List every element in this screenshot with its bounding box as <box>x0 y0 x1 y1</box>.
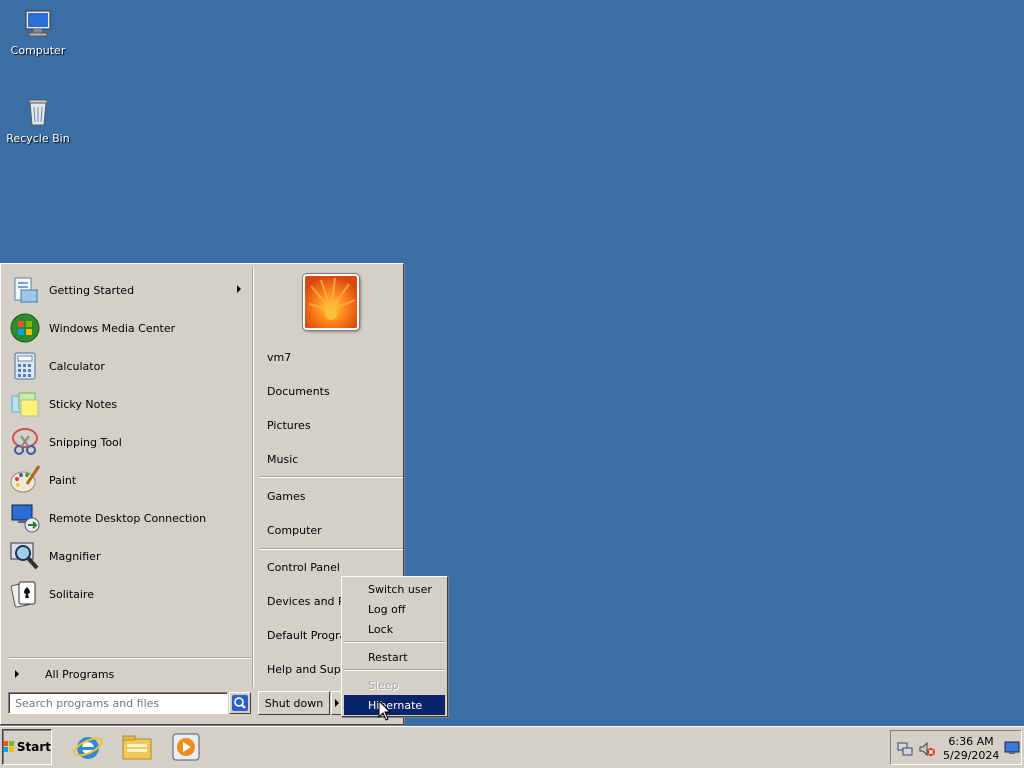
program-label: Magnifier <box>49 549 101 563</box>
arrow-right-icon <box>335 699 339 707</box>
flower-avatar-icon <box>305 276 357 328</box>
menu-item-sleep: Sleep <box>344 675 445 695</box>
program-label: Snipping Tool <box>49 435 122 449</box>
menu-item-log-off[interactable]: Log off <box>344 599 445 619</box>
program-remote-desktop-connection[interactable]: Remote Desktop Connection <box>9 500 247 536</box>
program-label: Remote Desktop Connection <box>49 511 207 525</box>
media-center-icon <box>10 313 40 343</box>
program-magnifier[interactable]: Magnifier <box>9 538 247 574</box>
right-item-label: Games <box>267 489 306 503</box>
right-item-label: Documents <box>267 384 330 398</box>
calculator-icon <box>14 352 36 380</box>
program-label: Calculator <box>49 359 105 373</box>
clock-time: 6:36 AM <box>948 735 994 748</box>
start-right-computer[interactable]: Computer <box>259 517 403 543</box>
start-right-pictures[interactable]: Pictures <box>259 412 403 438</box>
program-solitaire[interactable]: Solitaire <box>9 576 247 612</box>
program-windows-media-center[interactable]: Windows Media Center <box>9 310 247 346</box>
submenu-arrow-icon <box>237 285 241 293</box>
desktop-icon-recycle-bin[interactable]: Recycle Bin <box>0 96 76 145</box>
start-right-music[interactable]: Music <box>259 446 403 472</box>
media-player-icon[interactable] <box>170 731 202 763</box>
search-button[interactable] <box>229 692 251 714</box>
menu-item-label: Switch user <box>368 582 432 596</box>
taskbar: Start 6:36 AM 5/29/2024 <box>0 726 1024 768</box>
arrow-right-icon <box>15 670 19 678</box>
user-picture[interactable] <box>303 274 359 330</box>
menu-item-label: Lock <box>368 622 394 636</box>
menu-item-lock[interactable]: Lock <box>344 619 445 639</box>
paint-icon <box>10 465 41 493</box>
network-icon[interactable] <box>897 741 913 757</box>
separator <box>259 548 403 550</box>
volume-muted-icon[interactable] <box>919 741 935 757</box>
right-item-label: Computer <box>267 523 322 537</box>
program-label: Solitaire <box>49 587 94 601</box>
menu-item-restart[interactable]: Restart <box>344 647 445 667</box>
clock-date: 5/29/2024 <box>943 749 1000 762</box>
search-icon <box>232 695 248 711</box>
windows-logo-icon <box>3 741 14 752</box>
getting-started-icon <box>14 277 38 303</box>
menu-item-label: Hibernate <box>368 698 423 712</box>
program-label: Sticky Notes <box>49 397 118 411</box>
desktop-icon-computer[interactable]: Computer <box>0 8 76 57</box>
start-right-user[interactable]: vm7 <box>259 344 403 370</box>
menu-item-switch-user[interactable]: Switch user <box>344 579 445 599</box>
program-label: Getting Started <box>49 283 135 297</box>
right-item-label: Devices and Pri <box>267 594 353 608</box>
system-tray: 6:36 AM 5/29/2024 <box>890 730 1022 765</box>
program-paint[interactable]: Paint <box>9 462 247 498</box>
all-programs-button[interactable]: All Programs <box>9 666 247 682</box>
windows-explorer-icon[interactable] <box>121 731 153 763</box>
start-label: Start <box>16 740 51 754</box>
computer-icon <box>25 10 51 37</box>
start-right-games[interactable]: Games <box>259 483 403 509</box>
shut-down-label: Shut down <box>264 696 324 710</box>
separator <box>9 657 251 659</box>
desktop-icon-label: Recycle Bin <box>6 132 70 145</box>
shut-down-menu: Switch user Log off Lock Restart Sleep H… <box>341 576 448 717</box>
recycle-bin-icon <box>28 99 48 126</box>
separator <box>344 641 445 643</box>
program-sticky-notes[interactable]: Sticky Notes <box>9 386 247 422</box>
program-snipping-tool[interactable]: Snipping Tool <box>9 424 247 460</box>
desktop-icon-label: Computer <box>10 44 66 57</box>
all-programs-label: All Programs <box>45 667 115 681</box>
snipping-tool-icon <box>12 428 38 455</box>
shut-down-button[interactable]: Shut down <box>258 691 330 715</box>
menu-item-label: Log off <box>368 602 406 616</box>
right-item-label: Pictures <box>267 418 311 432</box>
remote-desktop-icon <box>11 504 40 533</box>
program-calculator[interactable]: Calculator <box>9 348 247 384</box>
mouse-pointer-icon <box>378 700 392 721</box>
menu-item-hibernate[interactable]: Hibernate <box>344 695 445 715</box>
show-desktop-icon[interactable] <box>1004 740 1020 756</box>
menu-item-label: Sleep <box>368 678 399 692</box>
separator <box>344 669 445 671</box>
separator <box>259 476 403 478</box>
menu-item-label: Restart <box>368 650 408 664</box>
start-menu-programs-pane: Getting Started Windows Media Center Cal… <box>3 266 254 687</box>
start-button[interactable]: Start <box>2 729 52 765</box>
right-item-label: Control Panel <box>267 560 340 574</box>
magnifier-icon <box>10 542 39 570</box>
start-right-documents[interactable]: Documents <box>259 378 403 404</box>
search-input[interactable] <box>8 692 228 714</box>
sticky-notes-icon <box>11 392 39 417</box>
solitaire-icon <box>10 581 36 608</box>
internet-explorer-icon[interactable] <box>72 731 104 763</box>
program-getting-started[interactable]: Getting Started <box>9 272 247 308</box>
clock[interactable]: 6:36 AM 5/29/2024 <box>943 735 999 763</box>
program-label: Paint <box>49 473 77 487</box>
right-item-label: vm7 <box>267 350 292 364</box>
program-label: Windows Media Center <box>49 321 176 335</box>
right-item-label: Music <box>267 452 299 466</box>
